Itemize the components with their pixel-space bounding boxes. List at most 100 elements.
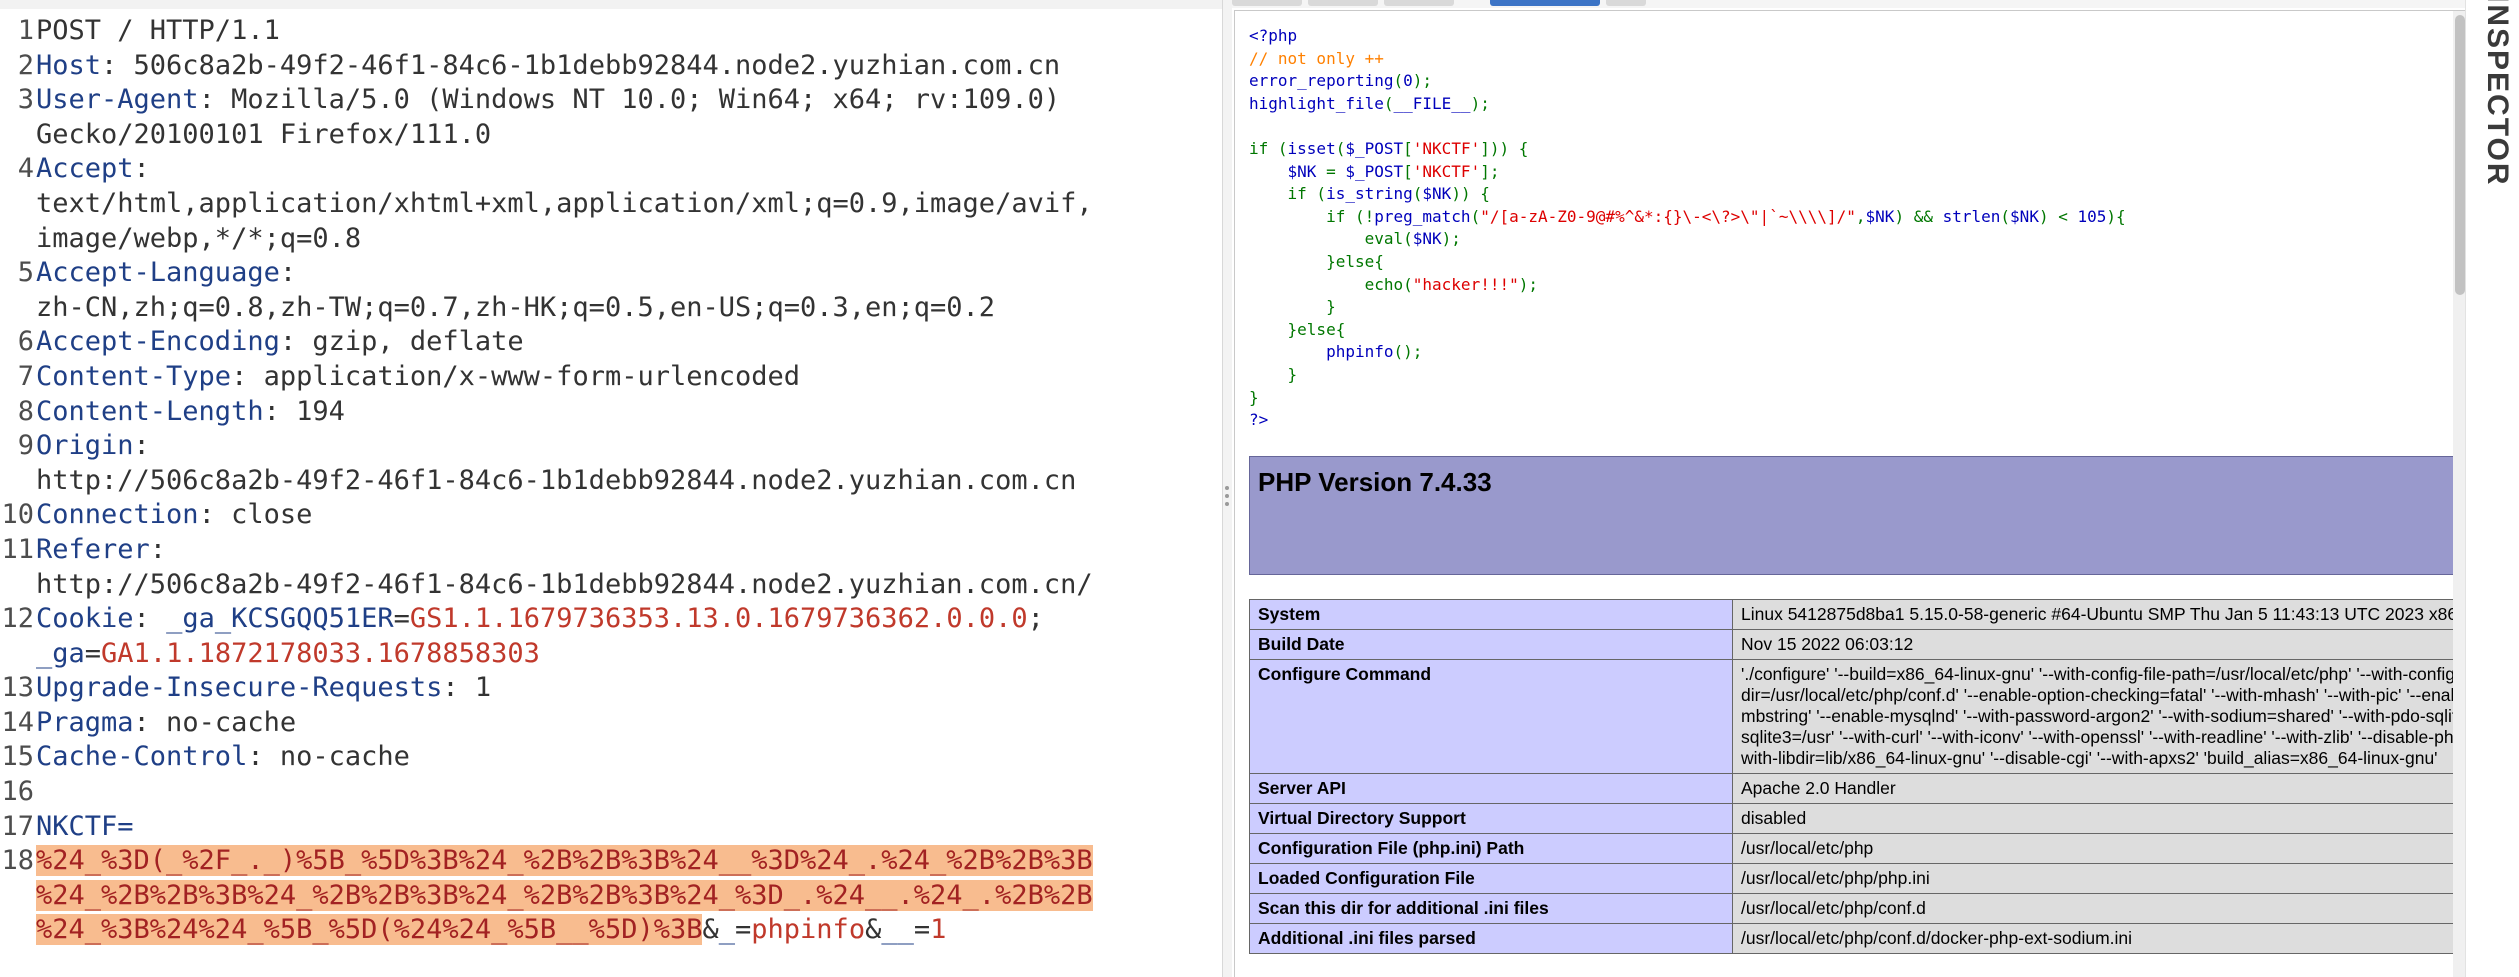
- header-value: : 194: [263, 395, 345, 427]
- header-name: Connection: [36, 499, 199, 531]
- source-token: if (: [1249, 184, 1327, 204]
- phpinfo-value: Linux 5412875d8ba1 5.15.0-58-generic #64…: [1732, 599, 2467, 630]
- source-token: echo(: [1249, 274, 1413, 294]
- phpinfo-row: Configure Command './configure' '--build=…: [1249, 659, 2467, 774]
- source-line: highlight_file(__FILE__);: [1249, 93, 2429, 116]
- line-content: Accept-Language: zh-CN,zh;q=0.8,zh-TW;q=0…: [36, 256, 1222, 325]
- source-token: 'NKCTF': [1412, 161, 1481, 181]
- source-token: (: [1470, 206, 1481, 226]
- tab-pretty[interactable]: [1232, 0, 1302, 6]
- line-content: Origin: http://506c8a2b-49f2-46f1-84c6-1b…: [36, 429, 1222, 498]
- source-token: [: [1403, 161, 1413, 181]
- source-line: <?php: [1249, 25, 2429, 48]
- source-line: error_reporting(0);: [1249, 70, 2429, 93]
- visual-line: Accept:: [36, 152, 1222, 187]
- source-line: [1249, 115, 2429, 138]
- phpinfo-value: './configure' '--build=x86_64-linux-gnu'…: [1732, 659, 2467, 774]
- phpinfo-key: Configuration File (php.ini) Path: [1249, 833, 1733, 864]
- divider-grip-dot: [1225, 494, 1229, 498]
- line-text: image/webp,*/*;q=0.8: [36, 222, 362, 254]
- source-line: phpinfo();: [1249, 341, 2429, 364]
- header-name: User-Agent: [36, 84, 199, 116]
- phpinfo-key: Additional .ini files parsed: [1249, 923, 1733, 954]
- request-line: 17 NKCTF=: [0, 810, 1222, 845]
- source-token: __FILE__: [1393, 93, 1471, 113]
- line-text: POST / HTTP/1.1: [36, 15, 280, 46]
- header-value: : no-cache: [133, 706, 297, 738]
- line-text: Gecko/20100101 Firefox/111.0: [36, 118, 492, 150]
- cookie-separator: ;: [1027, 603, 1044, 635]
- phpinfo-value: Apache 2.0 Handler: [1732, 773, 2467, 804]
- source-token: "/[a-zA-Z0-9@#%^&*:{}\-<\?>\"|`~\\\\]/": [1480, 206, 1856, 226]
- header-name: Content-Length: [36, 395, 264, 427]
- line-number: 9: [17, 430, 34, 462]
- header-value: :: [149, 533, 167, 565]
- line-content: %24_%3D(_%2F_._)%5B_%5D%3B%24_%2B%2B%3B%…: [36, 844, 1222, 948]
- source-token: ])) {: [1480, 138, 1529, 158]
- divider-grip-dot: [1225, 502, 1229, 506]
- line-number: 7: [17, 360, 34, 392]
- phpinfo-key: System: [1249, 599, 1733, 630]
- response-scrollbar-thumb[interactable]: [2455, 15, 2465, 295]
- source-token: (: [1383, 93, 1394, 113]
- source-token: eval(: [1249, 229, 1413, 249]
- source-line: }: [1249, 296, 2429, 319]
- line-text: text/html,application/xhtml+xml,applicat…: [36, 187, 1093, 219]
- line-content: Cache-Control: no-cache: [36, 740, 1222, 775]
- visual-line: %24_%3D(_%2F_._)%5B_%5D%3B%24_%2B%2B%3B%…: [36, 844, 1222, 879]
- phpinfo-value-line: dir=/usr/local/etc/php/conf.d' '--enable…: [1741, 685, 2467, 705]
- request-line: 18 %24_%3D(_%2F_._)%5B_%5D%3B%24_%2B%2B%3…: [0, 844, 1222, 948]
- line-number: 18: [1, 845, 34, 877]
- source-line: eval($NK);: [1249, 228, 2429, 251]
- line-text: zh-CN,zh;q=0.8,zh-TW;q=0.7,zh-HK;q=0.5,e…: [36, 291, 996, 323]
- source-token: $NK: [1865, 206, 1895, 226]
- request-lines: 1 POST / HTTP/1.1 2 Host: 506c8a2b-49f2-46f…: [0, 14, 1222, 948]
- request-line: 16: [0, 775, 1222, 810]
- line-content: POST / HTTP/1.1: [36, 14, 1222, 49]
- line-number: 16: [1, 776, 34, 808]
- tab-raw[interactable]: [1308, 0, 1378, 6]
- inspector-side-tab[interactable]: INSPECTOR: [2465, 0, 2519, 977]
- header-name: Host: [36, 49, 102, 81]
- tab-hex[interactable]: [1384, 0, 1454, 6]
- header-name: Referer: [36, 533, 150, 565]
- request-line: 12 Cookie: _ga_KCSGQQ51ER=GS1.1.167973635…: [0, 602, 1222, 671]
- response-panel: <?php// not only ++ error_reporting(0); hi…: [1232, 0, 2519, 977]
- source-token: 105: [2077, 206, 2107, 226]
- source-token: [: [1403, 138, 1413, 158]
- equals: =: [735, 914, 752, 946]
- request-line: 13 Upgrade-Insecure-Requests: 1: [0, 671, 1222, 706]
- source-line: // not only ++: [1249, 48, 2429, 71]
- header-name: Cookie: [36, 603, 134, 635]
- phpinfo-row: Loaded Configuration File/usr/local/etc/…: [1249, 863, 2467, 894]
- header-value: :: [133, 430, 150, 462]
- line-number: 14: [1, 706, 34, 738]
- header-value: : 1: [442, 672, 492, 704]
- source-token: ){: [2106, 206, 2126, 226]
- source-token: (: [1412, 184, 1423, 204]
- source-token: }else{: [1249, 319, 1346, 339]
- phpinfo-row: Server API Apache 2.0 Handler: [1249, 773, 2467, 804]
- param-name: _: [718, 914, 736, 946]
- line-content: Connection: close: [36, 498, 1222, 533]
- line-content: Content-Type: application/x-www-form-url…: [36, 360, 1222, 395]
- visual-line: Referer:: [36, 533, 1222, 568]
- header-name: Accept: [36, 153, 134, 185]
- tab-options[interactable]: [1606, 0, 1646, 6]
- phpinfo-key: Build Date: [1249, 629, 1733, 660]
- visual-line: _ga=GA1.1.1872178033.1678858303: [36, 637, 1222, 672]
- source-line: }: [1249, 387, 2429, 410]
- phpinfo-key: Configure Command: [1249, 659, 1733, 774]
- request-editor[interactable]: 1 POST / HTTP/1.1 2 Host: 506c8a2b-49f2-46f…: [0, 0, 1222, 977]
- line-content: Referer: http://506c8a2b-49f2-46f1-84c6-1…: [36, 533, 1222, 602]
- header-value: : close: [198, 499, 313, 531]
- tab-render[interactable]: [1490, 0, 1600, 6]
- visual-line: %24_%2B%2B%3B%24_%2B%2B%3B%24_%2B%2B%3B%…: [36, 879, 1222, 914]
- request-line: 7 Content-Type: application/x-www-form-ur…: [0, 360, 1222, 395]
- header-name: Accept-Encoding: [36, 326, 280, 358]
- equals: =: [913, 914, 931, 946]
- response-tabs: [1232, 0, 2519, 8]
- header-name: NKCTF=: [36, 810, 134, 842]
- phpinfo-key: Server API: [1249, 773, 1733, 804]
- line-content: Accept: text/html,application/xhtml+xml,a…: [36, 152, 1222, 256]
